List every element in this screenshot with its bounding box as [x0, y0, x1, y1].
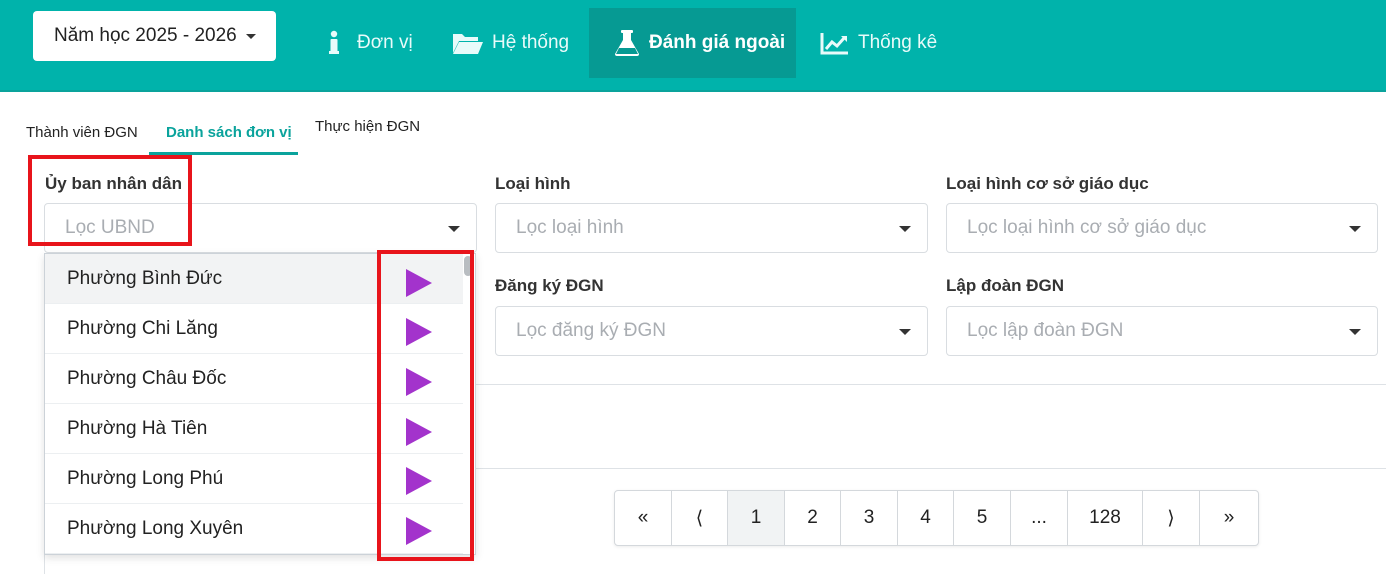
list-item[interactable]: Phường Chi Lăng: [45, 304, 463, 354]
list-item[interactable]: Phường Hà Tiên: [45, 404, 463, 454]
top-navbar: Năm học 2025 - 2026 Đơn vị Hệ thống Đánh…: [0, 0, 1386, 92]
list-item[interactable]: Phường Bình Đức: [45, 254, 463, 304]
play-arrow-icon: [406, 418, 432, 446]
caret-down-icon: [899, 226, 911, 232]
caret-down-icon: [1349, 226, 1361, 232]
page-next-button[interactable]: ⟩: [1143, 491, 1200, 545]
filter-loai-hinh-csgd-placeholder: Lọc loại hình cơ sở giáo dục: [967, 217, 1207, 238]
filter-ubnd-placeholder: Lọc UBND: [65, 217, 155, 238]
play-arrow-icon: [406, 517, 432, 545]
filter-ubnd-select[interactable]: Lọc UBND: [44, 203, 477, 253]
dropdown-scroll-thumb[interactable]: [464, 256, 472, 276]
dropdown-scrollbar[interactable]: [463, 254, 475, 554]
nav-danh-gia-ngoai-label: Đánh giá ngoài: [649, 32, 786, 53]
content-edge: [44, 555, 45, 574]
list-item[interactable]: Phường Long Phú: [45, 454, 463, 504]
page-prev-button[interactable]: ⟨: [672, 491, 728, 545]
caret-down-icon: [899, 329, 911, 335]
pagination: « ⟨ 1 2 3 4 5 ... 128 ⟩ »: [614, 490, 1259, 546]
filter-lap-doan-label: Lập đoàn ĐGN: [946, 276, 1065, 295]
tab-danh-sach-don-vi[interactable]: Danh sách đơn vị: [166, 124, 292, 141]
info-icon: [329, 30, 339, 54]
active-tab-indicator: [149, 152, 298, 155]
filter-lap-doan-select[interactable]: Lọc lập đoàn ĐGN: [946, 306, 1378, 356]
list-item[interactable]: Phường Châu Đốc: [45, 354, 463, 404]
chart-line-icon: [820, 33, 848, 55]
page-ellipsis: ...: [1011, 491, 1068, 545]
folder-icon: [453, 34, 483, 54]
filter-loai-hinh-csgd-label: Loại hình cơ sở giáo dục: [946, 174, 1149, 193]
filter-dang-ky-label: Đăng ký ĐGN: [495, 276, 604, 295]
page-4-button[interactable]: 4: [898, 491, 954, 545]
caret-down-icon: [1349, 329, 1361, 335]
filter-loai-hinh-label: Loại hình: [495, 174, 571, 193]
ubnd-dropdown-list[interactable]: Phường Bình Đức Phường Chi Lăng Phường C…: [44, 253, 476, 555]
list-item[interactable]: Phường Long Xuyên: [45, 504, 463, 554]
play-arrow-icon: [406, 467, 432, 495]
filter-loai-hinh-placeholder: Lọc loại hình: [516, 217, 624, 238]
school-year-value: Năm học 2025 - 2026: [54, 25, 237, 46]
nav-don-vi[interactable]: Đơn vị: [327, 8, 413, 78]
section-divider: [476, 384, 1386, 385]
page-last-button[interactable]: »: [1200, 491, 1258, 545]
page-128-button[interactable]: 128: [1068, 491, 1143, 545]
page-1-button[interactable]: 1: [728, 491, 785, 545]
page-2-button[interactable]: 2: [785, 491, 841, 545]
play-arrow-icon: [406, 318, 432, 346]
tab-thanh-vien-dgn[interactable]: Thành viên ĐGN: [26, 124, 138, 141]
nav-thong-ke[interactable]: Thống kê: [820, 8, 937, 78]
nav-danh-gia-ngoai[interactable]: Đánh giá ngoài: [589, 8, 796, 78]
nav-he-thong-label: Hệ thống: [492, 32, 570, 53]
nav-don-vi-label: Đơn vị: [357, 32, 413, 53]
caret-down-icon: [448, 226, 460, 232]
filter-loai-hinh-select[interactable]: Lọc loại hình: [495, 203, 928, 253]
play-arrow-icon: [406, 368, 432, 396]
caret-down-icon: [246, 34, 256, 39]
flask-icon: [615, 30, 639, 56]
page-5-button[interactable]: 5: [954, 491, 1011, 545]
page-3-button[interactable]: 3: [841, 491, 898, 545]
page-first-button[interactable]: «: [615, 491, 672, 545]
school-year-select[interactable]: Năm học 2025 - 2026: [33, 11, 276, 61]
tab-thuc-hien-dgn[interactable]: Thực hiện ĐGN: [315, 118, 420, 135]
nav-thong-ke-label: Thống kê: [858, 32, 938, 53]
filter-dang-ky-placeholder: Lọc đăng ký ĐGN: [516, 320, 666, 341]
play-arrow-icon: [406, 269, 432, 297]
nav-he-thong[interactable]: Hệ thống: [452, 8, 569, 78]
filter-dang-ky-select[interactable]: Lọc đăng ký ĐGN: [495, 306, 928, 356]
filter-ubnd-label: Ủy ban nhân dân: [45, 174, 182, 193]
section-divider: [476, 468, 1386, 469]
filter-loai-hinh-csgd-select[interactable]: Lọc loại hình cơ sở giáo dục: [946, 203, 1378, 253]
filter-lap-doan-placeholder: Lọc lập đoàn ĐGN: [967, 320, 1124, 341]
